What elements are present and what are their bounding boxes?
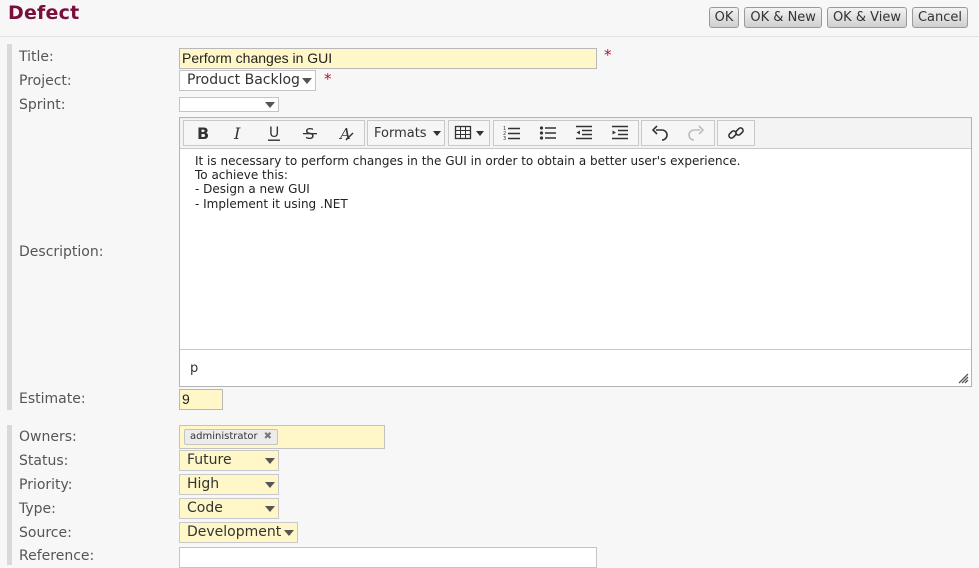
formats-label: Formats	[374, 125, 427, 141]
chevron-down-icon	[265, 458, 275, 464]
strikethrough-icon: S	[303, 125, 317, 142]
outdent-icon	[576, 125, 592, 140]
header-divider	[0, 36, 979, 37]
source-select[interactable]: Development	[179, 522, 298, 543]
owner-tag-label: administrator	[190, 431, 258, 442]
cancel-button[interactable]: Cancel	[911, 7, 968, 28]
page-title: Defect	[8, 2, 80, 24]
owner-tag: administrator ✖	[184, 429, 279, 445]
description-label: Description:	[19, 244, 104, 260]
svg-text:U: U	[269, 125, 279, 141]
caret-down-icon	[432, 130, 441, 136]
priority-select[interactable]: High	[179, 474, 279, 495]
type-select-value: Code	[187, 500, 223, 516]
formats-dropdown[interactable]: Formats	[367, 120, 445, 146]
action-buttons: OK OK & New OK & View Cancel	[708, 7, 968, 28]
underline-icon: U	[268, 125, 280, 141]
owners-input[interactable]: administrator ✖	[179, 425, 385, 449]
title-required-mark: *	[604, 46, 612, 64]
editor-statusbar: p	[180, 349, 971, 386]
italic-button[interactable]: I	[220, 121, 256, 145]
ok-and-view-button[interactable]: OK & View	[826, 7, 907, 28]
title-input[interactable]: Perform changes in GUI	[179, 48, 597, 69]
ordered-list-icon: 1 2 3	[503, 126, 520, 142]
caret-down-icon	[476, 130, 484, 136]
project-label: Project:	[19, 73, 72, 89]
estimate-input[interactable]: 9	[179, 389, 223, 410]
priority-label: Priority:	[19, 477, 73, 493]
chevron-down-icon	[284, 530, 294, 536]
italic-icon: I	[233, 124, 241, 142]
format-buttons-group: B I U S A	[183, 120, 365, 146]
content-line: - Implement it using .NET	[195, 196, 348, 211]
owners-label: Owners:	[19, 429, 77, 445]
list-buttons-group: 1 2 3	[493, 120, 639, 146]
project-select[interactable]: Product Backlog	[179, 70, 316, 91]
source-label: Source:	[19, 525, 72, 541]
history-buttons-group	[641, 120, 715, 146]
clear-formatting-icon: A	[338, 125, 354, 142]
sprint-label: Sprint:	[19, 97, 66, 113]
svg-text:A: A	[338, 125, 351, 142]
section-bar-details	[7, 425, 12, 565]
undo-icon	[651, 125, 668, 141]
ordered-list-button[interactable]: 1 2 3	[494, 121, 530, 145]
clear-formatting-button[interactable]: A	[328, 121, 364, 145]
estimate-label: Estimate:	[19, 391, 86, 407]
status-label: Status:	[19, 453, 69, 469]
indent-icon	[612, 125, 628, 140]
underline-button[interactable]: U	[256, 121, 292, 145]
link-button-group	[717, 120, 755, 146]
chevron-down-icon	[302, 78, 312, 84]
indent-button[interactable]	[602, 121, 638, 145]
section-bar-main	[7, 44, 12, 410]
editor-toolbar: B I U S A Formats 1 2 3	[180, 118, 971, 149]
element-path[interactable]: p	[190, 361, 198, 376]
reference-input[interactable]	[179, 547, 597, 568]
priority-select-value: High	[187, 476, 220, 492]
title-label: Title:	[19, 49, 54, 65]
chevron-down-icon	[265, 102, 275, 108]
type-label: Type:	[19, 501, 56, 517]
status-select[interactable]: Future	[179, 450, 279, 471]
remove-icon[interactable]: ✖	[264, 430, 272, 444]
svg-text:I: I	[233, 124, 241, 142]
content-line: To achieve this:	[195, 168, 288, 183]
table-icon	[454, 125, 472, 140]
link-button[interactable]	[718, 121, 754, 145]
svg-text:3: 3	[503, 136, 506, 142]
editor-content[interactable]: It is necessary to perform changes in th…	[195, 154, 961, 211]
resize-handle-icon[interactable]	[958, 373, 969, 384]
status-select-value: Future	[187, 452, 232, 468]
source-select-value: Development	[187, 524, 282, 540]
outdent-button[interactable]	[566, 121, 602, 145]
chevron-down-icon	[265, 506, 275, 512]
ok-and-new-button[interactable]: OK & New	[744, 7, 822, 28]
type-select[interactable]: Code	[179, 498, 279, 519]
project-select-value: Product Backlog	[187, 72, 300, 88]
table-dropdown[interactable]	[448, 120, 490, 146]
bullet-list-button[interactable]	[530, 121, 566, 145]
ok-button[interactable]: OK	[708, 7, 740, 28]
redo-button[interactable]	[678, 121, 714, 145]
redo-icon	[688, 125, 705, 141]
link-icon	[728, 127, 744, 139]
chevron-down-icon	[265, 482, 275, 488]
undo-button[interactable]	[642, 121, 678, 145]
strikethrough-button[interactable]: S	[292, 121, 328, 145]
bold-button[interactable]: B	[184, 121, 220, 145]
bullet-list-icon	[539, 126, 556, 140]
description-editor: B I U S A Formats 1 2 3 It is necessary …	[179, 117, 972, 387]
project-required-mark: *	[324, 70, 332, 88]
content-line: It is necessary to perform changes in th…	[195, 154, 741, 168]
sprint-select[interactable]	[179, 97, 279, 112]
svg-text:B: B	[197, 124, 209, 142]
content-line: - Design a new GUI	[195, 182, 310, 197]
reference-label: Reference:	[19, 548, 95, 564]
bold-icon: B	[197, 124, 209, 142]
